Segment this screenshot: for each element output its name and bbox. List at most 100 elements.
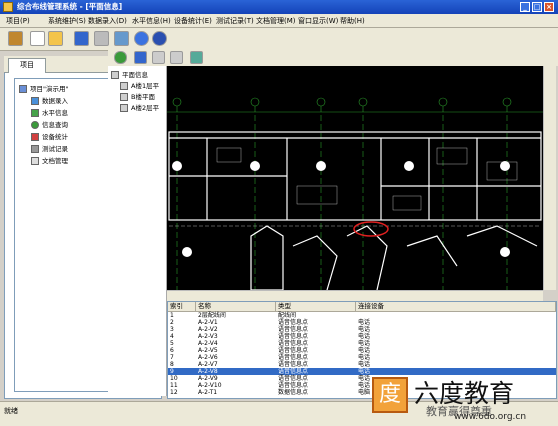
table-row[interactable]: 2 A-2-V1 语音信息点 电话 (168, 319, 556, 326)
floor-item-label: B楼平面 (131, 93, 155, 101)
table-cell: 语音信息点 (278, 368, 309, 375)
menu-documents[interactable]: 文档管理(M) (256, 16, 296, 26)
tab-project[interactable]: 项目 (8, 58, 46, 73)
tree-root-label: 项目"演示用" (30, 85, 69, 93)
col-type[interactable]: 类型 (276, 302, 356, 311)
table-row[interactable]: 7 A-2-V6 语音信息点 电话 (168, 354, 556, 361)
table-row[interactable]: 6 A-2-V5 语音信息点 电话 (168, 347, 556, 354)
table-cell: A-2-V7 (198, 361, 218, 368)
horizontal-scrollbar[interactable] (167, 290, 543, 301)
new-file-icon[interactable] (30, 31, 45, 46)
info-icon[interactable] (152, 31, 167, 46)
menu-help[interactable]: 帮助(H) (340, 16, 365, 26)
table-cell: 电话 (358, 333, 371, 340)
close-button[interactable]: × (544, 2, 554, 12)
layout-icon[interactable] (114, 31, 129, 46)
tree-item-query[interactable]: 信息查询 (31, 119, 68, 129)
table-cell: 12 (170, 389, 178, 396)
tree-item-label: 设备统计 (42, 133, 68, 141)
print-icon[interactable] (94, 31, 109, 46)
tree-item-horizontal[interactable]: 水平信息 (31, 107, 68, 117)
table-cell: A-2-V10 (198, 382, 222, 389)
table-cell: 配线间 (278, 312, 297, 319)
table-cell: 2 (170, 319, 174, 326)
data-entry-icon (31, 97, 39, 105)
table-cell: 10 (170, 375, 178, 382)
tree-item-label: 水平信息 (42, 109, 68, 117)
tree-item-test[interactable]: 测试记录 (31, 143, 68, 153)
table-cell: 语音信息点 (278, 333, 309, 340)
watermark-url: www.6do.org.cn (454, 412, 527, 422)
table-cell: 1 (170, 312, 174, 319)
col-name[interactable]: 名称 (196, 302, 276, 311)
export-icon[interactable] (190, 51, 203, 64)
document-icon (31, 157, 39, 165)
menu-project[interactable]: 项目(P) (6, 16, 30, 26)
table-cell: A-2-V6 (198, 354, 218, 361)
col-device[interactable]: 连接设备 (356, 302, 556, 311)
window-title: 综合布线管理系统 - [平面信息] (17, 2, 123, 11)
table-cell: 8 (170, 361, 174, 368)
zoom-in-icon[interactable] (152, 51, 165, 64)
vertical-scrollbar[interactable] (543, 66, 556, 290)
table-row[interactable]: 3 A-2-V2 语音信息点 电话 (168, 326, 556, 333)
table-cell: 电话 (358, 354, 371, 361)
floor-item[interactable]: A楼2层平 (120, 102, 159, 112)
table-cell: 6 (170, 347, 174, 354)
menu-data-entry[interactable]: 数据录入(D) (88, 16, 127, 26)
minimize-button[interactable]: _ (520, 2, 530, 12)
navigate-icon[interactable] (134, 31, 149, 46)
open-folder-icon[interactable] (48, 31, 63, 46)
table-header: 索引 名称 类型 连接设备 (168, 302, 556, 312)
highlight-ellipse (353, 221, 389, 237)
maximize-button[interactable]: □ (532, 2, 542, 12)
table-row[interactable]: 8 A-2-V7 语音信息点 电话 (168, 361, 556, 368)
table-row[interactable]: 1 2层配线间 配线间 (168, 312, 556, 319)
col-index[interactable]: 索引 (168, 302, 196, 311)
table-cell: 语音信息点 (278, 354, 309, 361)
exit-icon[interactable] (8, 31, 23, 46)
table-cell: 3 (170, 326, 174, 333)
table-row[interactable]: 5 A-2-V4 语音信息点 电话 (168, 340, 556, 347)
tree-item-documents[interactable]: 文档管理 (31, 155, 68, 165)
menu-test-records[interactable]: 测试记录(T) (216, 16, 254, 26)
menu-equipment[interactable]: 设备统计(E) (174, 16, 212, 26)
menu-horizontal[interactable]: 水平信息(H) (132, 16, 171, 26)
table-cell: 电话 (358, 326, 371, 333)
table-cell: 数据信息点 (278, 389, 309, 396)
table-cell: 电话 (358, 361, 371, 368)
zoom-out-icon[interactable] (170, 51, 183, 64)
save-icon[interactable] (74, 31, 89, 46)
menu-window[interactable]: 窗口显示(W) (298, 16, 338, 26)
tree-item-data-entry[interactable]: 数据录入 (31, 95, 68, 105)
floor-item[interactable]: A楼1层平 (120, 80, 159, 90)
floor-tree-root-label: 平面信息 (122, 71, 148, 79)
tree-root[interactable]: 项目"演示用" (19, 83, 68, 93)
tree-item-label: 测试记录 (42, 145, 68, 153)
project-icon (19, 85, 27, 93)
table-cell: 4 (170, 333, 174, 340)
tree-item-label: 信息查询 (42, 121, 68, 129)
floor-tree-root[interactable]: 平面信息 (111, 69, 148, 79)
tree-item-label: 文档管理 (42, 157, 68, 165)
table-cell: 语音信息点 (278, 326, 309, 333)
equipment-icon (31, 133, 39, 141)
table-cell: 7 (170, 354, 174, 361)
table-cell: A-2-V2 (198, 326, 218, 333)
floor-plan-canvas[interactable] (167, 66, 543, 290)
refresh-icon[interactable] (114, 51, 127, 64)
save-plan-icon[interactable] (134, 51, 147, 64)
app-icon (3, 2, 13, 12)
table-cell: 语音信息点 (278, 382, 309, 389)
table-cell: 电话 (358, 319, 371, 326)
plan-toolbar (108, 50, 558, 66)
menu-system[interactable]: 系统维护(S) (48, 16, 86, 26)
tree-item-equipment[interactable]: 设备统计 (31, 131, 68, 141)
table-row[interactable]: 4 A-2-V3 语音信息点 电话 (168, 333, 556, 340)
table-cell: 11 (170, 382, 178, 389)
table-cell: A-2-V1 (198, 319, 218, 326)
floor-item-label: A楼2层平 (131, 104, 160, 112)
floor-item[interactable]: B楼平面 (120, 91, 155, 101)
watermark: 度 六度教育 教育赢得尊重 www.6do.org.cn (368, 374, 558, 425)
table-cell: 电话 (358, 347, 371, 354)
